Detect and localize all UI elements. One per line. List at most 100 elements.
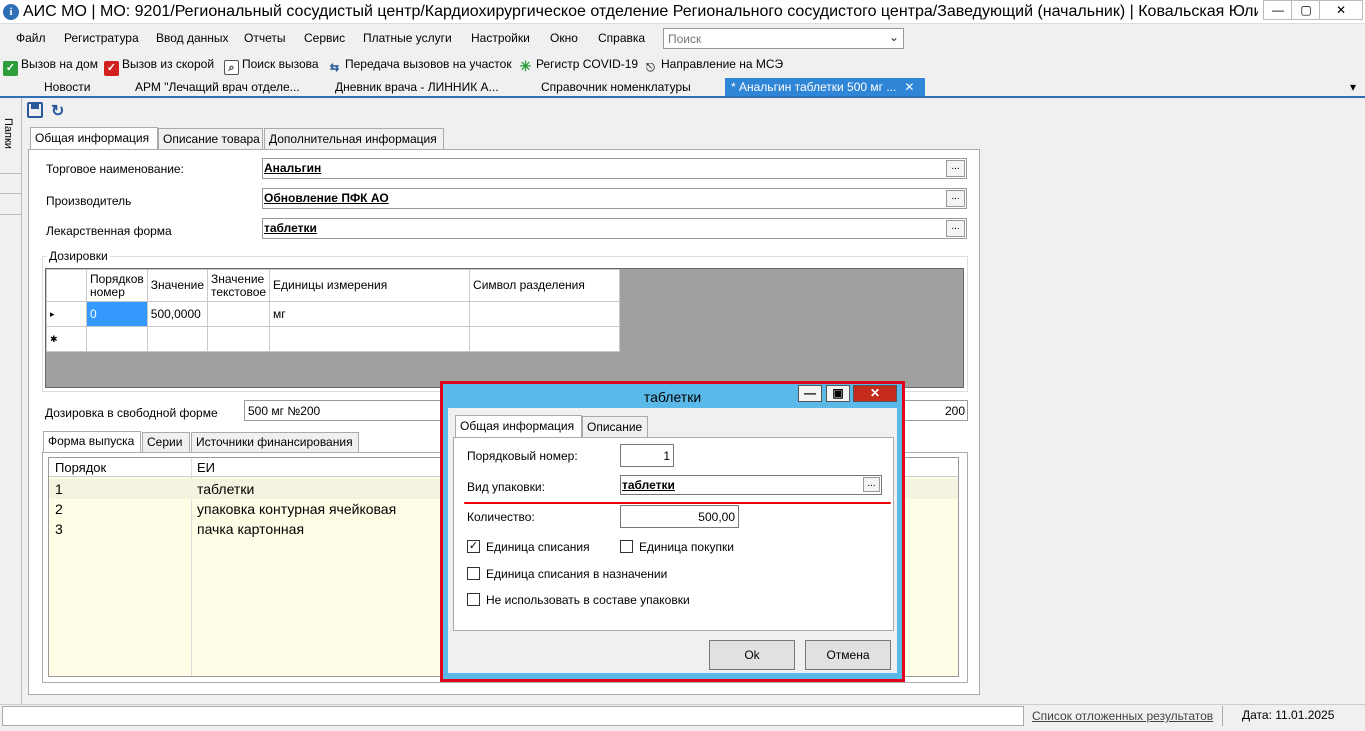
- unit-cell[interactable]: мг: [269, 301, 471, 327]
- col-separator-header[interactable]: Символ разделения: [469, 269, 621, 302]
- dosages-grid[interactable]: Порядков номер Значение Значение текстов…: [45, 268, 964, 388]
- col-order-header[interactable]: Порядков номер: [86, 269, 148, 302]
- free-dosage-label: Дозировка в свободной форме: [45, 406, 218, 420]
- menu-help[interactable]: Справка: [598, 30, 645, 46]
- window-title: АИС МО | МО: 9201/Региональный сосудисты…: [23, 3, 1258, 20]
- menu-window[interactable]: Окно: [550, 30, 578, 46]
- menu-service[interactable]: Сервис: [304, 30, 345, 46]
- status-date: Дата: 11.01.2025: [1222, 706, 1362, 726]
- manufacturer-field[interactable]: Обновление ПФК АО ...: [262, 188, 967, 209]
- home-call-button[interactable]: ✓ Вызов на дом: [3, 56, 98, 76]
- doc-tab-diary[interactable]: Дневник врача - ЛИННИК А...: [335, 78, 515, 96]
- manufacturer-picker-button[interactable]: ...: [946, 190, 965, 207]
- tab-funding-sources[interactable]: Источники финансирования: [191, 432, 359, 452]
- menu-file[interactable]: Файл: [16, 30, 46, 46]
- transfer-icon: ⇆: [329, 62, 340, 74]
- trade-name-field[interactable]: Анальгин ...: [262, 158, 967, 179]
- document-tabs: Новости АРМ "Лечащий врач отделе... Днев…: [0, 78, 1365, 98]
- status-bar: Список отложенных результатов Дата: 11.0…: [0, 704, 1365, 727]
- row-header-corner: [46, 269, 87, 302]
- separator-cell[interactable]: [469, 326, 621, 352]
- covid-registry-button[interactable]: ✳ Регистр COVID-19: [518, 56, 638, 74]
- text-value-cell[interactable]: [206, 326, 271, 352]
- text-value-cell[interactable]: [206, 301, 271, 327]
- close-window-button[interactable]: ✕: [1319, 0, 1363, 20]
- doc-tab-analgin-label: * Анальгин таблетки 500 мг ...: [731, 80, 897, 94]
- tabs-dropdown-icon[interactable]: ▾: [1350, 78, 1362, 96]
- doc-tab-analgin[interactable]: * Анальгин таблетки 500 мг ... ✕: [725, 78, 925, 96]
- annotation-underline: [464, 502, 891, 504]
- chevron-down-icon[interactable]: ⌄: [889, 30, 899, 44]
- free-dosage-value: 500 мг №200: [248, 404, 321, 418]
- tab-product-description[interactable]: Описание товара: [158, 128, 263, 149]
- ambulance-icon: ✓: [104, 61, 119, 76]
- table-row-new[interactable]: ✱: [46, 326, 621, 352]
- doc-tab-arm[interactable]: АРМ "Лечащий врач отделе...: [135, 78, 315, 96]
- separator-cell[interactable]: [469, 301, 621, 327]
- unit-cell: пачка картонная: [197, 521, 305, 537]
- dialog-tab-general[interactable]: Общая информация: [455, 415, 582, 437]
- col-text-value-header[interactable]: Значение текстовое: [206, 269, 271, 302]
- tab-general-info[interactable]: Общая информация: [30, 127, 158, 149]
- col-unit-header[interactable]: Единицы измерения: [269, 269, 471, 302]
- transfer-calls-button[interactable]: ⇆ Передача вызовов на участок: [327, 56, 512, 74]
- order-cell: 3: [55, 521, 63, 537]
- save-icon[interactable]: [27, 102, 43, 118]
- new-row-marker-icon: ✱: [46, 326, 87, 352]
- maximize-button[interactable]: ▢: [1291, 0, 1321, 20]
- manufacturer-value: Обновление ПФК АО: [264, 191, 389, 205]
- menu-settings[interactable]: Настройки: [471, 30, 530, 46]
- tab-release-form[interactable]: Форма выпуска: [43, 431, 141, 452]
- current-row-marker-icon: ▸: [46, 301, 87, 327]
- dosages-table: Порядков номер Значение Значение текстов…: [46, 269, 621, 352]
- side-panel: Папки: [0, 98, 22, 708]
- unit-cell[interactable]: [269, 326, 471, 352]
- value-cell[interactable]: 500,0000: [146, 301, 209, 327]
- virus-icon: ✳: [519, 58, 532, 74]
- menu-data-entry[interactable]: Ввод данных: [156, 30, 229, 46]
- trade-name-picker-button[interactable]: ...: [946, 160, 965, 177]
- value-cell[interactable]: [146, 326, 209, 352]
- minimize-button[interactable]: —: [1263, 0, 1293, 20]
- order-cell[interactable]: [86, 326, 148, 352]
- mse-referral-button[interactable]: ⎋ Направление на МСЭ: [643, 56, 783, 74]
- search-doc-icon: ⌕: [224, 60, 239, 75]
- search-combobox[interactable]: ⌄: [663, 28, 904, 49]
- search-input[interactable]: [664, 29, 879, 48]
- dosage-form-picker-button[interactable]: ...: [946, 220, 965, 237]
- folders-tab[interactable]: Папки: [0, 98, 21, 174]
- folders-label: Папки: [2, 118, 14, 149]
- status-message-area: [2, 706, 1024, 726]
- manufacturer-label: Производитель: [46, 194, 132, 208]
- table-row[interactable]: ▸ 0 500,0000 мг: [46, 301, 621, 327]
- free-dosage-count: 200: [944, 404, 965, 418]
- close-icon[interactable]: ✕: [904, 80, 914, 94]
- dosage-form-label: Лекарственная форма: [46, 224, 172, 238]
- title-bar: i АИС МО | МО: 9201/Региональный сосудис…: [0, 0, 1365, 24]
- doc-tab-nomenclature[interactable]: Справочник номенклатуры: [541, 78, 711, 96]
- col-unit-header[interactable]: ЕИ: [197, 460, 215, 475]
- app-info-icon: i: [3, 4, 19, 20]
- tab-series[interactable]: Серии: [142, 432, 190, 452]
- col-order-header[interactable]: Порядок: [55, 460, 106, 475]
- deferred-results-link[interactable]: Список отложенных результатов: [1032, 709, 1213, 723]
- find-call-button[interactable]: ⌕ Поиск вызова: [224, 56, 319, 75]
- dosages-group-label: Дозировки: [47, 249, 110, 263]
- menu-registry[interactable]: Регистратура: [64, 30, 139, 46]
- tab-additional-info[interactable]: Дополнительная информация: [264, 128, 444, 149]
- col-value-header[interactable]: Значение: [146, 269, 209, 302]
- order-cell: 2: [55, 501, 63, 517]
- trade-name-value: Анальгин: [264, 161, 322, 175]
- quick-toolbar: ✓ Вызов на дом ✓ Вызов из скорой ⌕ Поиск вы…: [0, 53, 1365, 76]
- ambulance-call-button[interactable]: ✓ Вызов из скорой: [104, 56, 214, 76]
- side-panel-slot[interactable]: [0, 193, 21, 215]
- doc-tab-news[interactable]: Новости: [44, 78, 124, 96]
- refresh-icon[interactable]: ↻: [51, 101, 64, 121]
- order-cell[interactable]: 0: [86, 301, 148, 327]
- menu-paid-services[interactable]: Платные услуги: [363, 30, 452, 46]
- menu-reports[interactable]: Отчеты: [244, 30, 285, 46]
- dosages-header-row: Порядков номер Значение Значение текстов…: [46, 269, 621, 302]
- unit-cell: упаковка контурная ячейковая: [197, 501, 397, 517]
- dosage-form-field[interactable]: таблетки ...: [262, 218, 967, 239]
- unit-cell: таблетки: [197, 481, 255, 497]
